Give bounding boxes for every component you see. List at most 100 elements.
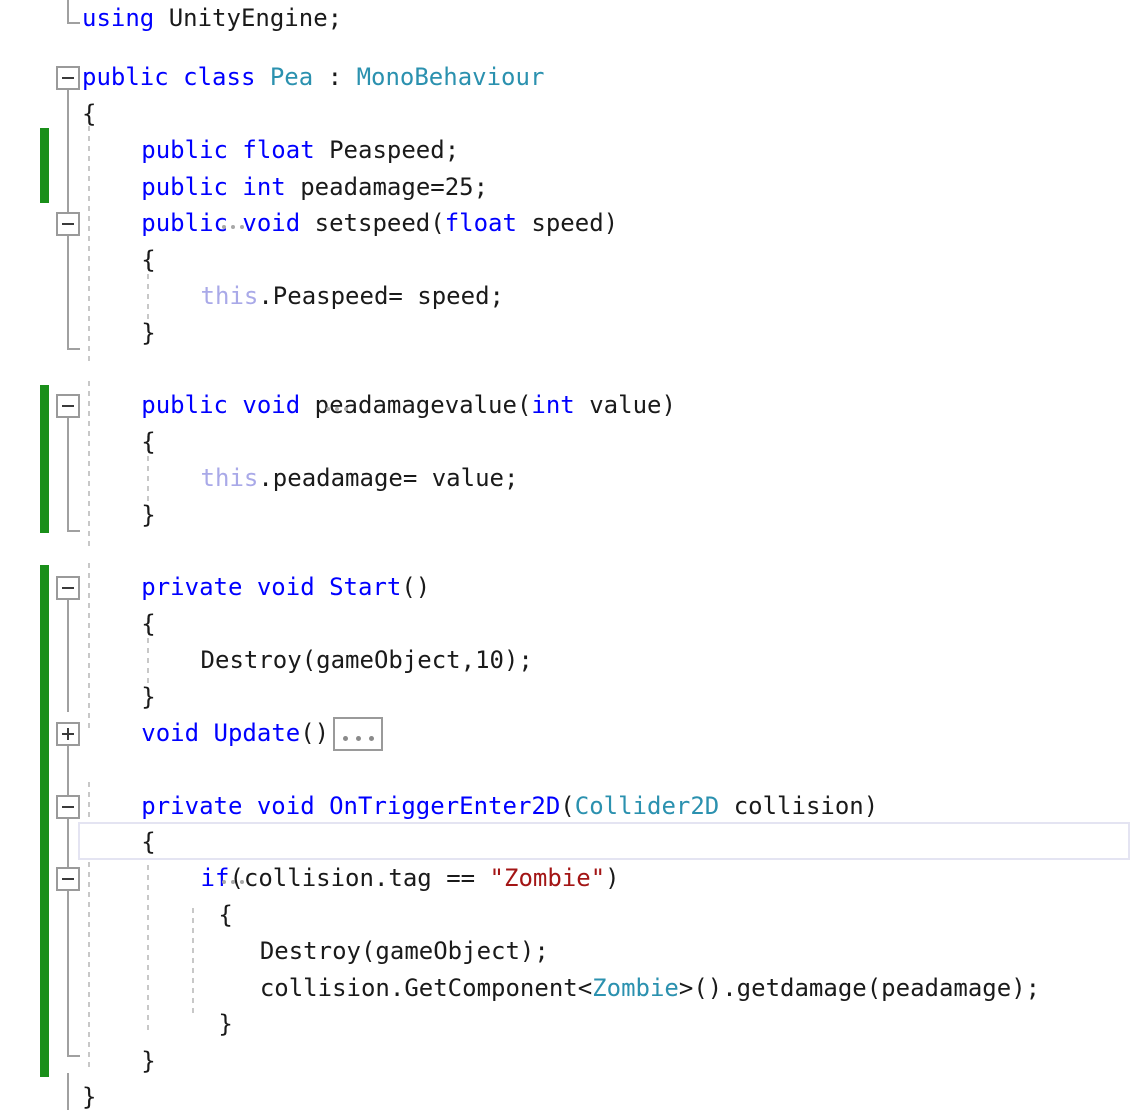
code-token-plain: .Peaspeed= speed;	[258, 282, 504, 310]
code-line[interactable]: public void setspeed(float speed)	[0, 205, 1130, 242]
code-token-plain: collision)	[719, 792, 879, 820]
suggestion-dot-icon	[326, 407, 330, 411]
code-line[interactable]: {	[0, 242, 1130, 279]
code-token-kw: Start	[329, 573, 402, 601]
code-line-text: {	[141, 424, 155, 461]
code-token-plain: Destroy(gameObject);	[259, 937, 549, 965]
code-token-plain: )	[605, 864, 620, 892]
code-token-this: this	[200, 464, 259, 492]
code-line-text: if(collision.tag == "Zombie")	[201, 860, 620, 897]
code-line-text: public void peadamagevalue(int value)	[141, 387, 676, 424]
suggestion-dot-icon	[231, 880, 235, 884]
code-line[interactable]	[0, 533, 1130, 570]
code-token-kw: using	[82, 4, 169, 32]
code-token-kw: private void	[141, 573, 330, 601]
code-token-plain: Peaspeed;	[329, 136, 460, 164]
code-token-plain: }	[141, 1047, 156, 1075]
code-token-plain: value)	[574, 391, 676, 419]
code-token-plain: setspeed(	[314, 209, 445, 237]
code-line-text: }	[82, 1079, 96, 1116]
code-token-kw: if	[200, 864, 230, 892]
code-line-text: Destroy(gameObject,10);	[201, 642, 533, 679]
ellipsis-dot-icon	[368, 736, 374, 741]
code-line[interactable]: {	[0, 424, 1130, 461]
code-token-plain: :	[313, 63, 357, 91]
code-token-kw: OnTriggerEnter2D	[329, 792, 561, 820]
code-token-plain: peadamagevalue(	[314, 391, 532, 419]
code-token-plain: peadamage=25;	[300, 173, 489, 201]
code-line[interactable]: }	[0, 1043, 1130, 1080]
code-token-kw: public void	[141, 391, 315, 419]
suggestion-dot-icon	[222, 225, 226, 229]
code-token-type: Pea	[269, 63, 314, 91]
code-line-text: {	[141, 824, 155, 861]
code-line[interactable]: public float Peaspeed;	[0, 132, 1130, 169]
code-token-plain: {	[141, 428, 156, 456]
code-line-text: this.Peaspeed= speed;	[201, 278, 504, 315]
code-token-kw: public float	[141, 136, 330, 164]
code-line-text: }	[218, 1006, 232, 1043]
code-line-text: }	[141, 315, 155, 352]
code-token-type: MonoBehaviour	[356, 63, 545, 91]
code-line[interactable]: }	[0, 679, 1130, 716]
code-line[interactable]: private void Start()	[0, 569, 1130, 606]
code-line[interactable]: {	[0, 824, 1130, 861]
code-line-text: Destroy(gameObject);	[260, 933, 549, 970]
suggestion-marker-icon[interactable]	[222, 880, 244, 884]
code-token-plain: >().getdamage(peadamage);	[678, 974, 1041, 1002]
code-line[interactable]: }	[0, 315, 1130, 352]
code-line[interactable]: this.Peaspeed= speed;	[0, 278, 1130, 315]
code-token-plain: }	[218, 1010, 233, 1038]
suggestion-dot-icon	[335, 407, 339, 411]
code-token-plain: ()	[401, 573, 431, 601]
code-line-text: private void Start()	[141, 569, 430, 606]
code-token-plain: .peadamage= value;	[258, 464, 519, 492]
code-token-this: this	[200, 282, 259, 310]
code-line[interactable]: public class Pea : MonoBehaviour	[0, 59, 1130, 96]
code-line[interactable]: {	[0, 606, 1130, 643]
code-token-plain: speed)	[516, 209, 619, 237]
code-line[interactable]: public int peadamage=25;	[0, 169, 1130, 206]
code-line[interactable]: }	[0, 1079, 1130, 1116]
code-line[interactable]: private void OnTriggerEnter2D(Collider2D…	[0, 788, 1130, 825]
code-line[interactable]: Destroy(gameObject);	[0, 933, 1130, 970]
code-token-plain: {	[218, 901, 233, 929]
code-line[interactable]	[0, 751, 1130, 788]
code-editor-surface[interactable]: using UnityEngine; public class Pea : Mon…	[0, 0, 1130, 1111]
suggestion-dot-icon	[240, 880, 244, 884]
suggestion-marker-icon[interactable]	[326, 407, 348, 411]
code-token-kw: public void	[141, 209, 315, 237]
code-token-kw: Update	[213, 719, 301, 747]
code-token-plain: }	[141, 683, 156, 711]
code-token-plain: }	[141, 319, 156, 347]
code-line[interactable]: {	[0, 897, 1130, 934]
collapsed-region-box[interactable]	[333, 717, 383, 751]
code-token-plain: }	[141, 501, 156, 529]
code-line-text: {	[82, 96, 96, 133]
code-line[interactable]: public void peadamagevalue(int value)	[0, 387, 1130, 424]
code-token-kw: private void	[141, 792, 330, 820]
code-line-text: {	[141, 242, 155, 279]
code-line-text: public void setspeed(float speed)	[141, 205, 618, 242]
suggestion-dot-icon	[231, 225, 235, 229]
code-line[interactable]: collision.GetComponent<Zombie>().getdama…	[0, 970, 1130, 1007]
code-line[interactable]: Destroy(gameObject,10);	[0, 642, 1130, 679]
code-token-plain: ()	[300, 719, 330, 747]
code-line[interactable]: void Update()	[0, 715, 1130, 752]
code-token-plain: {	[82, 100, 97, 128]
suggestion-marker-icon[interactable]	[222, 225, 244, 229]
code-token-kw: public int	[141, 173, 301, 201]
code-line[interactable]	[0, 351, 1130, 388]
code-token-kw: public class	[82, 63, 270, 91]
code-line[interactable]: {	[0, 96, 1130, 133]
suggestion-dot-icon	[240, 225, 244, 229]
code-line-text: {	[218, 897, 232, 934]
code-line[interactable]: }	[0, 1006, 1130, 1043]
code-line[interactable]: this.peadamage= value;	[0, 460, 1130, 497]
code-line-text: }	[141, 679, 155, 716]
code-line[interactable]: using UnityEngine;	[0, 0, 1130, 37]
code-token-plain: {	[141, 610, 156, 638]
code-line[interactable]: }	[0, 497, 1130, 534]
code-line[interactable]: if(collision.tag == "Zombie")	[0, 860, 1130, 897]
code-token-plain: Destroy(gameObject,10);	[200, 646, 533, 674]
